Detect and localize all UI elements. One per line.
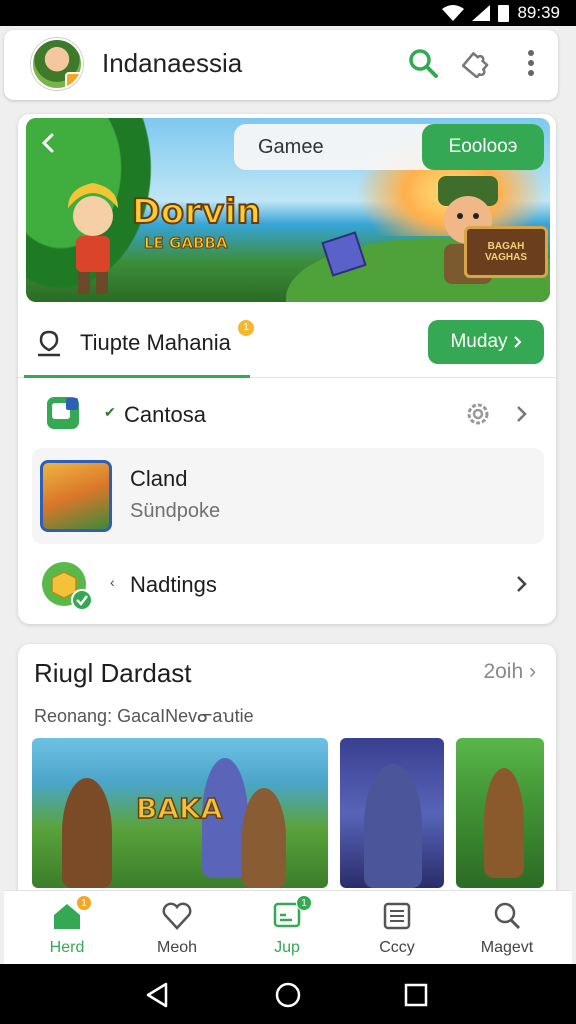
banner-chest: BAGAH VAGHAS (464, 226, 548, 278)
arrow-mark-icon: ‹ (110, 574, 115, 590)
banner-logo: Dorvin (131, 191, 262, 233)
tab-indicator (24, 375, 250, 378)
section-title: Riugl Dardast (34, 658, 192, 688)
app-title: Indanaessia (102, 48, 243, 78)
battery-icon (498, 4, 510, 22)
game-subtitle: Sündpoke (130, 500, 221, 522)
cube-reward-icon (42, 562, 92, 611)
banner-search-label: Gameе (258, 136, 324, 158)
grid-icon (383, 902, 411, 930)
game-tile[interactable] (456, 738, 544, 888)
banner-logo-sub: LE GABBA (143, 234, 228, 253)
tile-character (484, 768, 524, 878)
nav-item-chat[interactable]: 1 Jup (232, 891, 342, 965)
nav-badge: 1 (296, 895, 312, 911)
search-icon[interactable] (406, 46, 440, 80)
section-more-link[interactable]: 2oih › (483, 660, 536, 684)
tab-badge: 1 (238, 320, 254, 336)
chevron-right-icon: › (529, 660, 536, 683)
featured-card: Dorvin LE GABBA BAGAH VAGHAS Gameе Eoolo… (18, 114, 556, 624)
settings-gear-icon[interactable] (464, 400, 492, 428)
chevron-right-icon (517, 406, 527, 422)
nav-label: Magevt (480, 939, 534, 956)
wifi-icon (442, 5, 465, 21)
check-mark-icon: ✔ (104, 404, 116, 420)
avatar[interactable] (31, 38, 83, 90)
banner-action-button[interactable]: Eoolooэ (422, 124, 544, 170)
chevron-right-icon (517, 576, 527, 592)
game-thumbnail (40, 460, 112, 532)
puzzle-icon[interactable] (460, 46, 494, 80)
avatar-badge-icon (65, 72, 81, 88)
chevron-right-icon (513, 336, 521, 348)
nav-item-search[interactable]: Magevt (452, 891, 562, 965)
game-title: Cland (130, 466, 188, 491)
list-item-cantosa[interactable]: ✔ Cantosa (18, 392, 556, 440)
hero-character-left (68, 183, 118, 294)
tab-label[interactable]: Tiupte Mahania (80, 330, 231, 356)
more-vert-icon[interactable] (514, 46, 548, 80)
signal-icon (472, 5, 491, 21)
hero-banner[interactable]: Dorvin LE GABBA BAGAH VAGHAS Gameе Eoolo… (26, 118, 550, 302)
home-circle-icon[interactable] (275, 982, 301, 1008)
nav-item-heart[interactable]: Meoh (122, 891, 232, 965)
nav-label: Cccy (379, 939, 415, 956)
game-tile[interactable]: BAKA (32, 738, 328, 888)
system-navigation-bar (0, 964, 576, 1024)
nav-label: Meoh (156, 939, 198, 956)
heart-icon (162, 902, 192, 930)
tile-character (62, 778, 112, 888)
top-app-bar: Indanaessia (4, 30, 558, 100)
status-bar: 89:39 (0, 0, 576, 26)
status-time: 89:39 (517, 3, 560, 22)
tile-title: BAKA (135, 791, 223, 826)
tab-row: Tiupte Mahania 1 Muday (18, 314, 556, 378)
tile-character (242, 788, 286, 888)
section-card: Riugl Dardast 2oih › Reonang: GacaINevᓂa… (18, 644, 556, 904)
list-item-nadtings[interactable]: ‹ Nadtings (18, 558, 556, 614)
nav-label: Herd (49, 939, 85, 956)
nav-badge: 1 (76, 895, 92, 911)
row-label-nadtings: Nadtings (130, 572, 217, 597)
bottom-navigation: 1 Herd Meoh 1 Jup Cccy Magevt (4, 890, 572, 964)
recents-square-icon[interactable] (403, 982, 429, 1008)
section-subtitle: Reonang: GacaINevᓂaꭒtie (34, 706, 254, 726)
tile-character (364, 764, 422, 888)
muday-button-label: Muday (450, 331, 508, 352)
tab-pin-icon (38, 330, 60, 357)
nav-label: Jup (274, 939, 300, 956)
app-chat-icon (47, 397, 79, 429)
muday-button[interactable]: Muday (428, 320, 544, 364)
nav-item-grid[interactable]: Cccy (342, 891, 452, 965)
back-icon[interactable] (38, 132, 60, 154)
search-icon (494, 902, 521, 930)
game-list-item[interactable]: Cland Sündpoke (32, 448, 544, 544)
back-triangle-icon[interactable] (144, 982, 170, 1008)
section-more-label: 2oih (483, 660, 524, 683)
game-tile[interactable] (340, 738, 444, 888)
banner-search-pill[interactable]: Gameе Eoolooэ (234, 124, 544, 170)
nav-item-home[interactable]: 1 Herd (12, 891, 122, 965)
row-label-cantosa: Cantosa (124, 402, 206, 427)
